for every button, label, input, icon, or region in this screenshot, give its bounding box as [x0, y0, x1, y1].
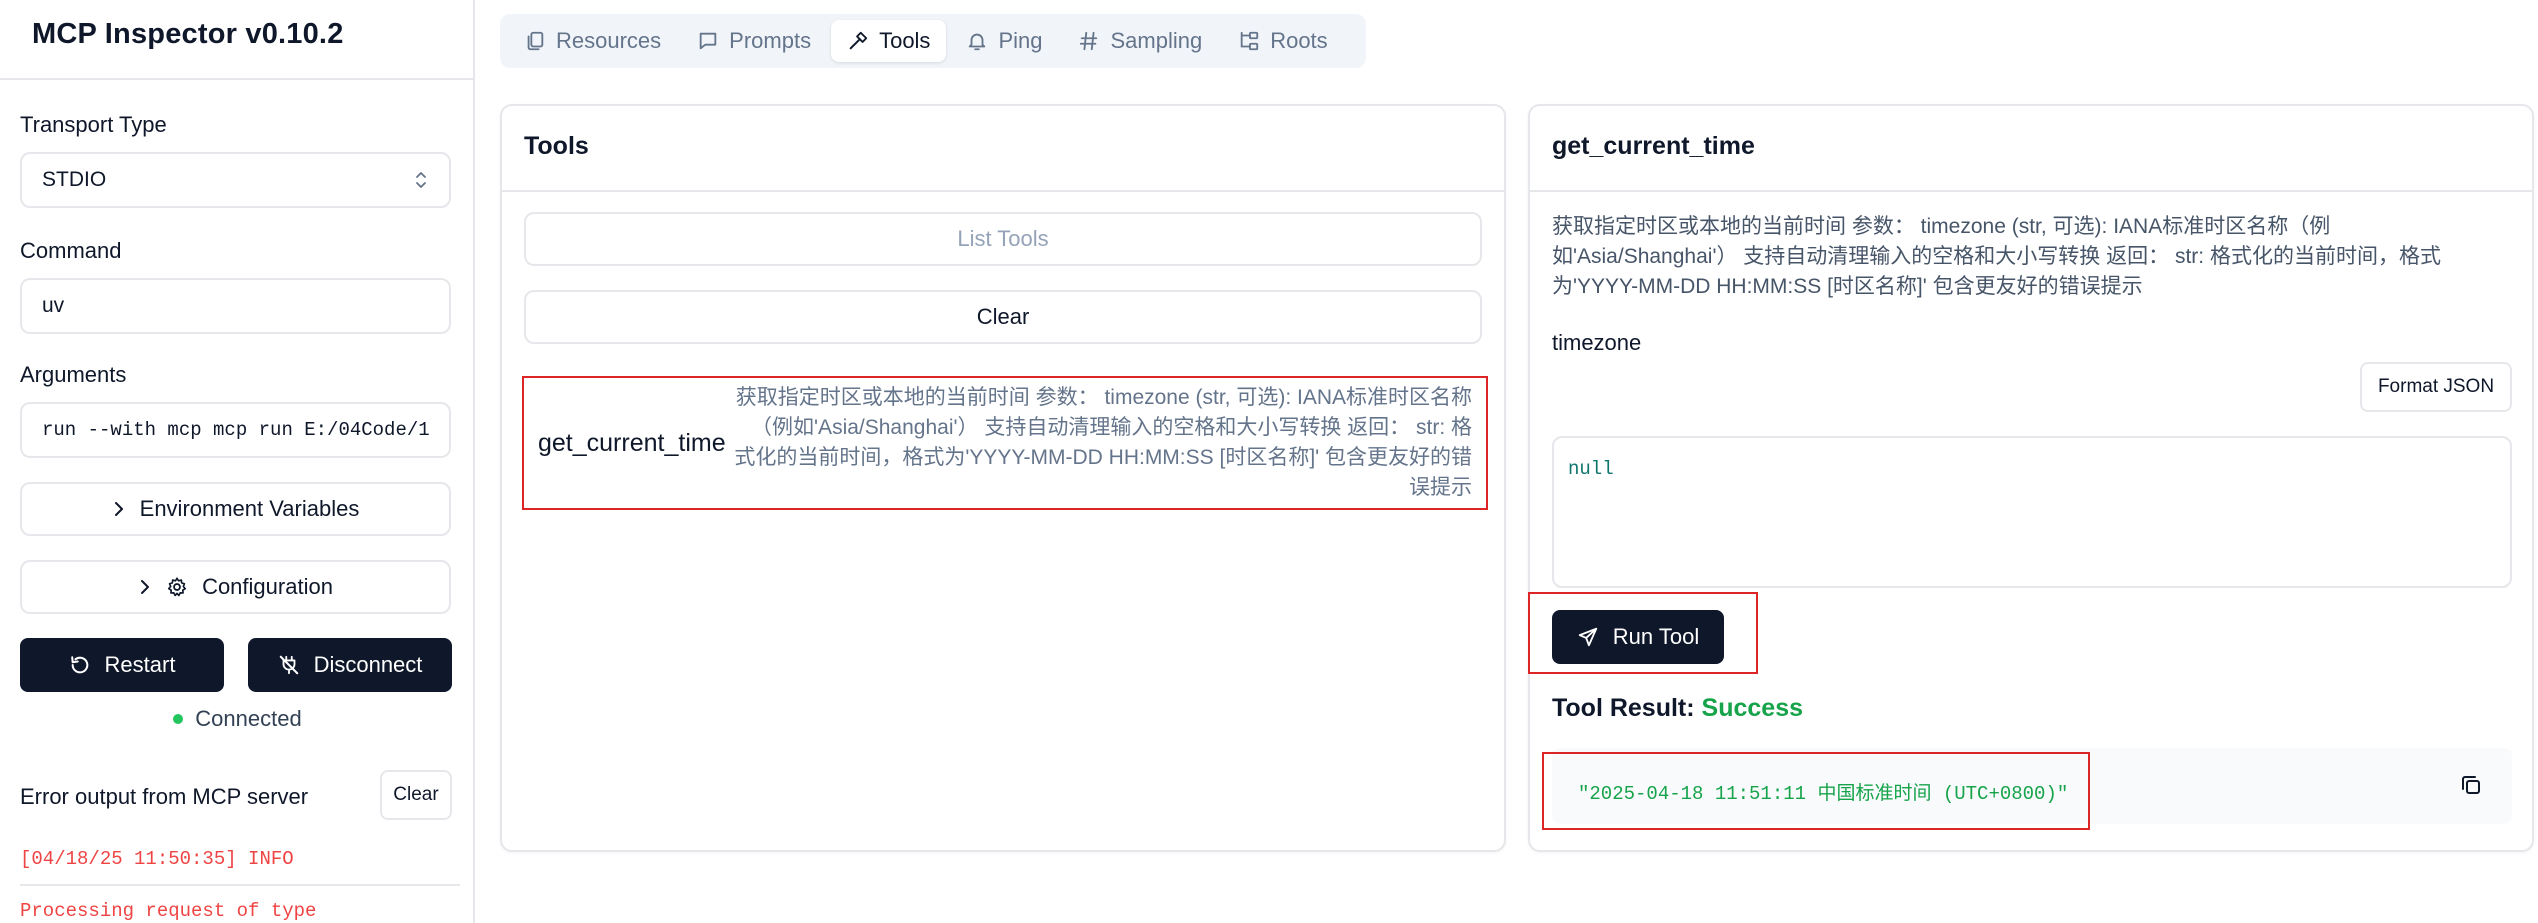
tab-roots[interactable]: Roots [1222, 20, 1343, 62]
transport-type-value: STDIO [42, 168, 107, 191]
tab-resources[interactable]: Resources [508, 20, 677, 62]
chevron-right-icon [141, 580, 150, 594]
hash-icon [1080, 31, 1098, 51]
tab-label: Sampling [1110, 28, 1203, 53]
send-icon [1578, 627, 1597, 647]
status-dot [173, 714, 184, 724]
arguments-label: Arguments [20, 362, 127, 387]
tool-detail-description: 获取指定时区或本地的当前时间 参数： timezone (str, 可选): I… [1552, 215, 2441, 298]
tab-label: Resources [556, 28, 662, 53]
tab-ping[interactable]: Ping [950, 20, 1058, 62]
tab-label: Tools [879, 28, 931, 53]
format-json-button[interactable]: Format JSON [2360, 362, 2512, 412]
clear-errors-button[interactable]: Clear [380, 770, 452, 820]
tool-description: 获取指定时区或本地的当前时间 参数： timezone (str, 可选): I… [734, 386, 1472, 499]
hammer-icon [849, 31, 868, 50]
environment-variables-toggle[interactable]: Environment Variables [20, 482, 451, 536]
card-divider [502, 190, 1504, 192]
sidebar-divider [0, 78, 475, 80]
tools-title: Tools [524, 132, 589, 160]
tab-label: Prompts [729, 28, 812, 53]
plug-off-icon [279, 655, 298, 675]
list-tools-button[interactable]: List Tools [524, 212, 1482, 266]
tab-label: Ping [998, 28, 1043, 53]
transport-type-label: Transport Type [20, 112, 167, 137]
timezone-json-editor[interactable]: null [1552, 436, 2512, 588]
log-line: [04/18/25 11:50:35] INFO [20, 848, 294, 870]
files-icon [527, 31, 544, 51]
status-text: Connected [195, 706, 302, 731]
tools-card: Tools List Tools Clear get_current_time … [500, 104, 1506, 852]
arguments-input[interactable]: run --with mcp mcp run E:/04Code/1 [20, 402, 451, 458]
message-icon [699, 32, 717, 50]
tool-list-item[interactable]: get_current_time 获取指定时区或本地的当前时间 参数： time… [522, 376, 1488, 510]
gear-icon [167, 577, 187, 597]
tool-result-value: "2025-04-18 11:51:11 中国标准时间 (UTC+0800)" [1542, 752, 2090, 830]
environment-variables-label: Environment Variables [139, 496, 360, 521]
run-tool-label: Run Tool [1612, 624, 1700, 649]
tool-result-label: Tool Result: [1552, 694, 1695, 722]
chevrons-up-down-icon [415, 170, 427, 190]
command-label: Command [20, 238, 122, 263]
log-line: Processing request of type [20, 900, 317, 922]
tab-prompts[interactable]: Prompts [681, 20, 827, 62]
copy-icon [2462, 776, 2480, 794]
disconnect-label: Disconnect [313, 652, 423, 677]
rotate-ccw-icon [70, 656, 88, 674]
tool-detail-title: get_current_time [1552, 132, 1755, 160]
tool-detail-card: get_current_time 获取指定时区或本地的当前时间 参数： time… [1528, 104, 2534, 852]
log-separator [20, 884, 460, 886]
disconnect-button[interactable]: Disconnect [248, 638, 452, 692]
transport-type-select[interactable]: STDIO [20, 152, 451, 208]
tool-result-status: Success [1701, 694, 1803, 722]
configuration-toggle[interactable]: Configuration [20, 560, 451, 614]
json-editor-value: null [1568, 458, 1614, 480]
run-tool-button[interactable]: Run Tool [1552, 610, 1724, 664]
configuration-label: Configuration [202, 574, 333, 599]
arguments-value: run --with mcp mcp run E:/04Code/1 [42, 419, 430, 441]
clear-tools-button[interactable]: Clear [524, 290, 1482, 344]
connection-status: Connected [0, 706, 475, 732]
timezone-param-label: timezone [1552, 330, 1642, 355]
app-title: MCP Inspector v0.10.2 [32, 18, 344, 50]
tab-tools[interactable]: Tools [831, 20, 947, 62]
tab-sampling[interactable]: Sampling [1062, 20, 1218, 62]
restart-label: Restart [104, 652, 176, 677]
tool-name: get_current_time [538, 428, 726, 457]
bell-icon [969, 33, 986, 51]
command-input[interactable]: uv [20, 278, 451, 334]
sidebar: MCP Inspector v0.10.2 Transport Type STD… [0, 0, 475, 923]
chevron-right-icon [114, 502, 123, 516]
card-divider [1530, 190, 2532, 192]
tab-bar: Resources Prompts Tools Ping Sampling Ro… [500, 14, 1366, 68]
tab-label: Roots [1270, 28, 1328, 53]
tool-result-title: Tool Result: Success [1552, 694, 1803, 723]
folder-tree-icon [1240, 31, 1259, 51]
error-output-title: Error output from MCP server [20, 784, 309, 809]
copy-result-button[interactable] [2456, 770, 2486, 800]
command-value: uv [42, 294, 65, 317]
restart-button[interactable]: Restart [20, 638, 224, 692]
